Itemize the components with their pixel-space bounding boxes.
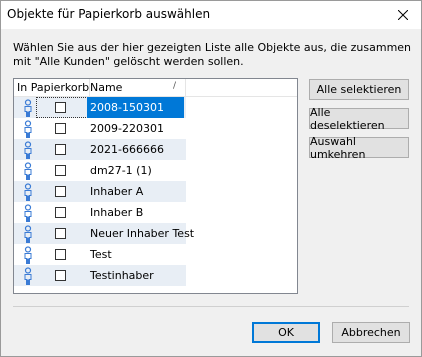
list-header: In Papierkorb Name / [14,79,297,97]
list-row[interactable]: 2008-150301 [14,97,186,118]
row-name: Inhaber B [90,206,144,219]
in-papierkorb-checkbox[interactable] [55,270,66,281]
in-papierkorb-checkbox[interactable] [55,249,66,260]
in-papierkorb-checkbox[interactable] [55,144,66,155]
list-row[interactable]: Testinhaber [14,265,186,286]
list-row[interactable]: Inhaber B [14,202,186,223]
row-name: Test [90,248,112,261]
cancel-button[interactable]: Abbrechen [332,322,410,343]
row-name: Testinhaber [90,269,154,282]
person-icon [24,120,32,138]
close-button[interactable] [385,1,421,29]
select-all-button[interactable]: Alle selektieren [309,79,409,100]
in-papierkorb-checkbox[interactable] [55,186,66,197]
object-list[interactable]: In Papierkorb Name / 2008-150301 2009-220… [13,78,298,294]
list-row[interactable]: dm27-1 (1) [14,160,186,181]
in-papierkorb-checkbox[interactable] [55,123,66,134]
person-icon [24,204,32,222]
in-papierkorb-checkbox[interactable] [55,207,66,218]
person-icon [24,246,32,264]
row-name: 2008-150301 [87,97,184,118]
row-name: 2021-666666 [90,143,164,156]
list-row[interactable]: Inhaber A [14,181,186,202]
person-icon [24,99,32,117]
column-header-name-label: Name [90,81,123,94]
person-icon [24,183,32,201]
title-bar: Objekte für Papierkorb auswählen [1,1,421,29]
person-icon [24,267,32,285]
person-icon [24,225,32,243]
list-row[interactable]: 2009-220301 [14,118,186,139]
sort-indicator-icon: / [173,81,177,91]
footer-separator [13,306,409,307]
person-icon [24,141,32,159]
in-papierkorb-checkbox[interactable] [55,102,66,113]
deselect-all-button[interactable]: Alle deselektieren [309,106,409,132]
row-name: Neuer Inhaber Test [90,227,195,240]
in-papierkorb-checkbox[interactable] [55,228,66,239]
close-icon [398,10,408,20]
list-row[interactable]: Neuer Inhaber Test [14,223,194,244]
column-header-name[interactable]: Name [90,79,186,96]
ok-button[interactable]: OK [252,322,320,343]
description-text: Wählen Sie aus der hier gezeigten Liste … [13,41,412,68]
column-header-in-papierkorb[interactable]: In Papierkorb [14,79,90,96]
person-icon [24,162,32,180]
invert-selection-button[interactable]: Auswahl umkehren [309,135,409,161]
window-title: Objekte für Papierkorb auswählen [7,7,211,21]
list-row[interactable]: Test [14,244,186,265]
in-papierkorb-checkbox[interactable] [55,165,66,176]
row-name: dm27-1 (1) [90,164,152,177]
row-name: 2009-220301 [90,122,164,135]
row-name: Inhaber A [90,185,144,198]
dialog-window: Objekte für Papierkorb auswählen Wählen … [0,0,422,357]
list-row[interactable]: 2021-666666 [14,139,186,160]
